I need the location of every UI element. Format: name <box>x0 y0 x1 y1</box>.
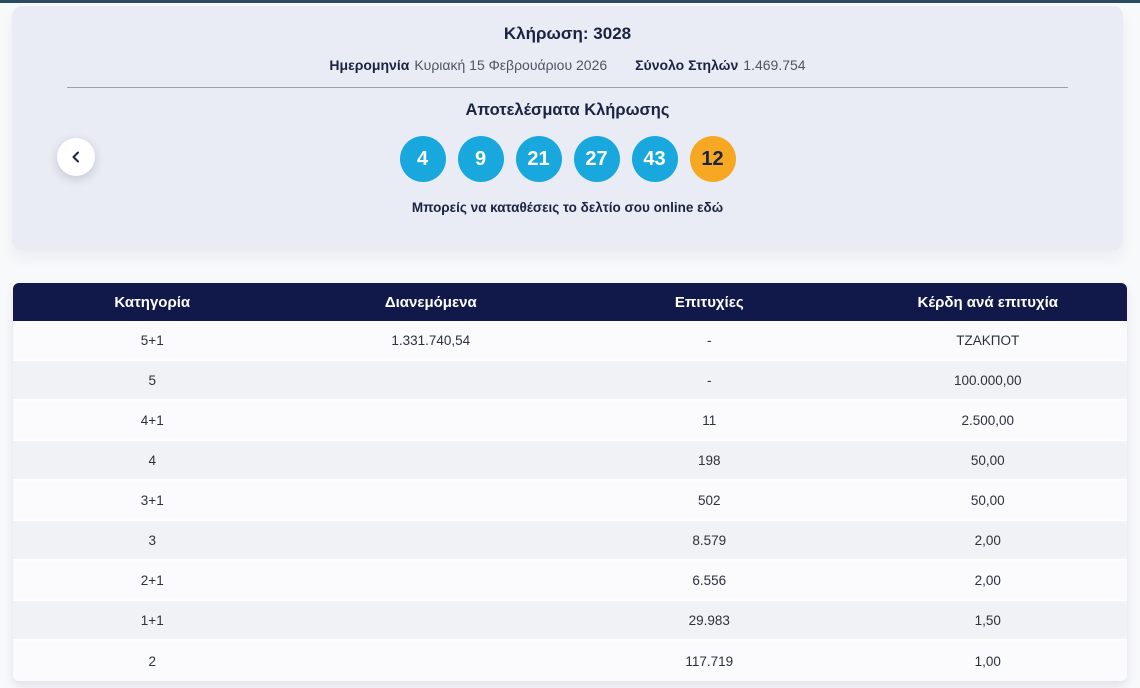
draw-date: Ημερομηνία Κυριακή 15 Φεβρουάριου 2026 <box>329 57 607 73</box>
draw-date-value: Κυριακή 15 Φεβρουάριου 2026 <box>414 57 608 73</box>
total-columns: Σύνολο Στηλών 1.469.754 <box>635 57 805 73</box>
draw-results-card: Κλήρωση: 3028 Ημερομηνία Κυριακή 15 Φεβρο… <box>12 6 1123 250</box>
winnings-table: Κατηγορία Διανεμόμενα Επιτυχίες Κέρδη ανά ε… <box>13 283 1127 681</box>
draw-date-label: Ημερομηνία <box>329 57 410 73</box>
table-header-cell: Κέρδη ανά επιτυχία <box>917 293 1058 311</box>
cell-category: 1+1 <box>140 612 164 628</box>
table-row: 5+1 1.331.740,54 - ΤΖΑΚΠΟΤ <box>13 321 1127 361</box>
table-header-cell: Κατηγορία <box>114 293 191 311</box>
drawn-number-ball: 21 <box>515 136 562 182</box>
cell-prize: 100.000,00 <box>953 372 1022 388</box>
cell-category: 4+1 <box>140 412 164 428</box>
table-row: 5 - 100.000,00 <box>13 361 1127 401</box>
draw-title: Κλήρωση: 3028 <box>503 24 632 43</box>
cell-winners: 502 <box>697 492 721 508</box>
cell-prize: 1,50 <box>974 612 1001 628</box>
card-divider <box>67 87 1068 88</box>
cell-winners: 8.579 <box>692 532 727 548</box>
cell-distributed: 1.331.740,54 <box>391 332 471 348</box>
joker-number-ball: 12 <box>689 136 736 182</box>
cell-winners: 6.556 <box>692 572 727 588</box>
table-row: 3 8.579 2,00 <box>13 521 1127 561</box>
cell-winners: 29.983 <box>688 612 730 628</box>
table-header-cell: Διανεμόμενα <box>384 293 477 311</box>
cell-category: 3+1 <box>140 492 164 508</box>
drawn-number-ball: 43 <box>631 136 678 182</box>
table-row: 3+1 502 50,00 <box>13 481 1127 521</box>
cell-winners: 117.719 <box>685 653 734 669</box>
submit-online-link[interactable]: Μπορείς να καταθέσεις το δελτίο σου onli… <box>12 200 1123 215</box>
table-header-cell: Επιτυχίες <box>674 293 744 311</box>
winnings-table-body: 5+1 1.331.740,54 - ΤΖΑΚΠΟΤ 5 - 100.000,0… <box>13 321 1127 681</box>
cell-category: 4 <box>148 452 156 468</box>
cell-prize: 1,00 <box>974 653 1001 669</box>
cell-category: 2 <box>148 653 156 669</box>
drawn-number-ball: 9 <box>457 136 504 182</box>
cell-winners: 11 <box>702 412 717 428</box>
cell-winners: 198 <box>697 452 721 468</box>
cell-prize: ΤΖΑΚΠΟΤ <box>956 332 1020 348</box>
cell-category: 2+1 <box>140 572 164 588</box>
table-row: 2 117.719 1,00 <box>13 641 1127 681</box>
cell-prize: 2.500,00 <box>961 412 1015 428</box>
table-row: 1+1 29.983 1,50 <box>13 601 1127 641</box>
cell-category: 5 <box>148 372 156 388</box>
draw-meta: Ημερομηνία Κυριακή 15 Φεβρουάριου 2026 Σύ… <box>12 57 1123 73</box>
table-row: 2+1 6.556 2,00 <box>13 561 1127 601</box>
cell-prize: 2,00 <box>974 532 1001 548</box>
total-columns-label: Σύνολο Στηλών <box>635 57 739 73</box>
cell-prize: 2,00 <box>974 572 1001 588</box>
chevron-left-icon <box>70 151 82 163</box>
drawn-number-ball: 4 <box>399 136 446 182</box>
cell-prize: 50,00 <box>970 492 1005 508</box>
total-columns-value: 1.469.754 <box>743 57 806 73</box>
table-row: 4 198 50,00 <box>13 441 1127 481</box>
cell-winners: - <box>707 332 712 348</box>
cell-winners: - <box>707 372 712 388</box>
drawn-number-ball: 27 <box>573 136 620 182</box>
cell-category: 3 <box>148 532 156 548</box>
drawn-numbers-row: 4 9 21 27 43 12 <box>12 136 1123 182</box>
top-accent-bar <box>0 0 1140 3</box>
results-title: Αποτελέσματα Κλήρωσης <box>465 101 670 119</box>
winnings-table-header: Κατηγορία Διανεμόμενα Επιτυχίες Κέρδη ανά ε… <box>13 283 1127 321</box>
cell-category: 5+1 <box>140 332 164 348</box>
cell-prize: 50,00 <box>970 452 1005 468</box>
table-row: 4+1 11 2.500,00 <box>13 401 1127 441</box>
prev-draw-button[interactable] <box>57 138 95 176</box>
